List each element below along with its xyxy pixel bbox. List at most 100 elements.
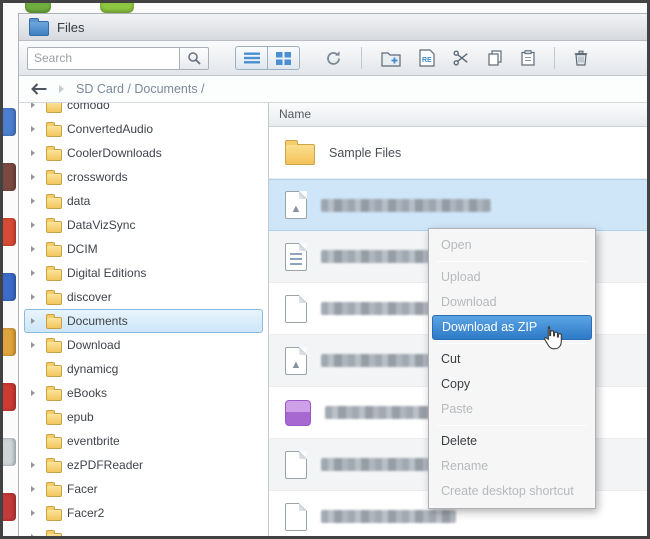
- expander-arrow-icon[interactable]: [31, 294, 41, 300]
- rename-doc-icon: RE: [419, 49, 435, 67]
- folder-label: crosswords: [67, 170, 128, 184]
- desktop-icon-partial[interactable]: [3, 273, 16, 301]
- copy-button[interactable]: [478, 48, 512, 68]
- desktop-icon-partial[interactable]: [3, 493, 16, 521]
- search-input[interactable]: [27, 46, 179, 70]
- delete-button[interactable]: [565, 48, 597, 68]
- desktop-icon-partial[interactable]: [3, 163, 16, 191]
- toolbar: RE: [19, 41, 647, 76]
- desktop-icon-partial[interactable]: [3, 438, 16, 466]
- folder-icon: [46, 313, 62, 329]
- folder-icon: [46, 289, 62, 305]
- folder-label: DataVizSync: [67, 218, 136, 232]
- expander-arrow-icon[interactable]: [31, 174, 41, 180]
- paste-button[interactable]: [512, 48, 544, 68]
- desktop-icon-partial[interactable]: [3, 383, 16, 411]
- expander-arrow-icon[interactable]: [31, 462, 41, 468]
- menu-item-copy[interactable]: Copy: [429, 372, 595, 397]
- sidebar-item-ezpdfreader[interactable]: ezPDFReader: [24, 453, 263, 477]
- sidebar-item-eventbrite[interactable]: eventbrite: [24, 429, 263, 453]
- expander-arrow-icon[interactable]: [31, 318, 41, 324]
- pdf-file-icon: [285, 346, 307, 375]
- folder-label: ConvertedAudio: [67, 122, 154, 136]
- expander-arrow-icon[interactable]: [31, 390, 41, 396]
- column-header-name[interactable]: Name: [269, 103, 647, 127]
- doc-file-icon: [285, 242, 307, 271]
- expander-arrow-icon[interactable]: [31, 246, 41, 252]
- sidebar-item-discover[interactable]: discover: [24, 285, 263, 309]
- sidebar-item-download[interactable]: Download: [24, 333, 263, 357]
- menu-item-cut[interactable]: Cut: [429, 347, 595, 372]
- sidebar-item-facer[interactable]: Facer: [24, 477, 263, 501]
- grid-view-icon: [276, 51, 291, 65]
- expander-arrow-icon[interactable]: [31, 126, 41, 132]
- sidebar-item-crosswords[interactable]: crosswords: [24, 165, 263, 189]
- folder-label: epub: [67, 410, 94, 424]
- sidebar-item-epub[interactable]: epub: [24, 405, 263, 429]
- folder-icon: [46, 169, 62, 185]
- cut-button[interactable]: [444, 48, 478, 68]
- sidebar-item-dcim[interactable]: DCIM: [24, 237, 263, 261]
- desktop-icon-partial[interactable]: [3, 328, 16, 356]
- expander-arrow-icon[interactable]: [31, 510, 41, 516]
- sidebar-item-partial[interactable]: [24, 525, 263, 536]
- expander-arrow-icon[interactable]: [31, 103, 41, 108]
- titlebar: Files: [19, 14, 647, 41]
- search-button[interactable]: [179, 46, 209, 70]
- paste-icon: [521, 50, 535, 66]
- file-row[interactable]: [269, 179, 647, 231]
- collapse-chevron-icon[interactable]: [59, 85, 64, 93]
- desktop-icon-partial[interactable]: [25, 3, 51, 13]
- expander-arrow-icon[interactable]: [31, 150, 41, 156]
- sidebar-item-ebooks[interactable]: eBooks: [24, 381, 263, 405]
- sidebar-item-documents[interactable]: Documents: [24, 309, 263, 333]
- back-button[interactable]: [31, 83, 47, 95]
- folder-icon: [46, 505, 62, 521]
- pdf-file-icon: [285, 191, 307, 219]
- expander-arrow-icon[interactable]: [31, 486, 41, 492]
- file-row[interactable]: Sample Files: [269, 127, 647, 179]
- scissors-icon: [453, 50, 468, 66]
- list-view-button[interactable]: [235, 46, 268, 70]
- folder-icon: [46, 103, 62, 113]
- desktop-icon-partial[interactable]: [3, 218, 16, 246]
- breadcrumb-bar: SD Card / Documents /: [19, 76, 647, 103]
- grid-view-button[interactable]: [267, 46, 300, 70]
- breadcrumb[interactable]: SD Card / Documents /: [76, 82, 205, 96]
- folder-icon: [46, 145, 62, 161]
- expander-arrow-icon[interactable]: [31, 342, 41, 348]
- redacted-file-name: [321, 198, 491, 212]
- folder-label: CoolerDownloads: [67, 146, 162, 160]
- expander-arrow-icon[interactable]: [31, 534, 41, 536]
- sidebar-item-comodo[interactable]: comodo: [24, 103, 263, 117]
- refresh-button[interactable]: [316, 48, 351, 69]
- expander-arrow-icon[interactable]: [31, 270, 41, 276]
- file-file-icon: [285, 502, 307, 531]
- desktop-icon-partial[interactable]: [3, 108, 16, 136]
- folder-label: ezPDFReader: [67, 458, 144, 472]
- folder-icon: [46, 457, 62, 473]
- menu-item-download-as-zip[interactable]: Download as ZIP: [432, 315, 592, 340]
- search-icon: [188, 52, 201, 65]
- expander-arrow-icon[interactable]: [31, 198, 41, 204]
- sidebar-item-convertedaudio[interactable]: ConvertedAudio: [24, 117, 263, 141]
- new-folder-button[interactable]: [372, 48, 410, 69]
- sidebar-item-coolerdownloads[interactable]: CoolerDownloads: [24, 141, 263, 165]
- window-title: Files: [57, 19, 85, 35]
- sidebar-item-datavizsync[interactable]: DataVizSync: [24, 213, 263, 237]
- folder-label: Documents: [67, 314, 128, 328]
- sidebar-item-digital-editions[interactable]: Digital Editions: [24, 261, 263, 285]
- menu-item-create-desktop-shortcut: Create desktop shortcut: [441, 484, 574, 498]
- expander-arrow-icon[interactable]: [31, 222, 41, 228]
- folder-label: dynamicg: [67, 362, 119, 376]
- sidebar-item-dynamicg[interactable]: dynamicg: [24, 357, 263, 381]
- rename-button[interactable]: RE: [410, 47, 444, 69]
- sidebar-item-facer2[interactable]: Facer2: [24, 501, 263, 525]
- menu-item-paste: Paste: [441, 402, 473, 416]
- folder-tree: comodo ConvertedAudio CoolerDownloads cross…: [19, 103, 269, 536]
- hand-cursor-icon: [544, 326, 562, 350]
- desktop-icon-partial[interactable]: [100, 3, 134, 13]
- menu-item-delete[interactable]: Delete: [429, 429, 595, 454]
- sidebar-item-data[interactable]: data: [24, 189, 263, 213]
- menu-item-rename: Rename: [441, 459, 489, 473]
